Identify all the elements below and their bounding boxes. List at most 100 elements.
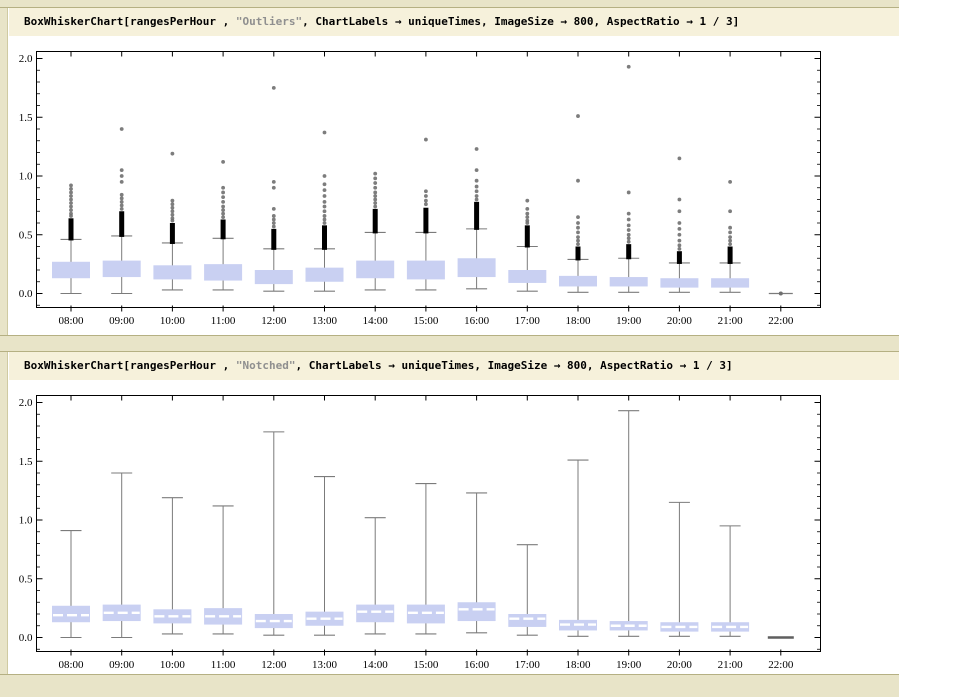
outlier-dot (576, 239, 580, 243)
y-tick-label: 2.0 (19, 397, 33, 409)
outlier-dot (323, 200, 327, 204)
outlier-dot (373, 194, 377, 198)
cell-separator-top (0, 0, 899, 8)
outlier-dot (272, 86, 276, 90)
dense-outlier-column (525, 225, 530, 247)
outlier-dot (475, 168, 479, 172)
outlier-dot (728, 235, 732, 239)
box-group-22-00 (769, 292, 793, 296)
dense-outlier-column (728, 247, 733, 264)
outlier-dot (627, 218, 631, 222)
outlier-dot (627, 236, 631, 240)
dense-outlier-column (119, 211, 124, 237)
x-tick-label: 14:00 (363, 315, 389, 327)
y-tick-label: 0.0 (19, 632, 33, 644)
x-tick-label: 22:00 (768, 315, 794, 327)
dense-outlier-column (677, 251, 682, 264)
outlier-dot (424, 194, 428, 198)
x-tick-label: 16:00 (464, 659, 490, 671)
outlier-dot (272, 225, 276, 229)
outlier-dot (678, 198, 682, 202)
box-group-15-00 (407, 484, 445, 634)
outlier-dot (373, 176, 377, 180)
boxwhisker-chart-notched: 0.00.51.01.52.008:0009:0010:0011:0012:00… (9, 380, 899, 674)
outlier-dot (728, 231, 732, 235)
box-group-11-00 (204, 160, 242, 290)
outlier-dot (728, 226, 732, 230)
input-cell-outliers[interactable]: BoxWhiskerChart[rangesPerHour , "Outlier… (9, 8, 899, 36)
outlier-dot (69, 187, 73, 191)
x-tick-label: 20:00 (667, 659, 693, 671)
outlier-dot (728, 242, 732, 246)
iqr-box (153, 265, 191, 279)
outlier-dot (475, 189, 479, 193)
outlier-dot (323, 188, 327, 192)
x-tick-label: 10:00 (160, 315, 186, 327)
iqr-box (204, 264, 242, 280)
outlier-dot (627, 191, 631, 195)
outlier-dot (272, 221, 276, 225)
box-group-19-00 (610, 411, 648, 637)
iqr-box (610, 277, 648, 286)
outlier-dot (120, 200, 124, 204)
outlier-dot (69, 212, 73, 216)
outlier-dot (475, 194, 479, 198)
box-group-08-00 (52, 531, 90, 638)
box-group-21-00 (711, 180, 749, 292)
outlier-dot (171, 206, 175, 210)
outlier-dot (120, 193, 124, 197)
outlier-dot (120, 174, 124, 178)
code-post: , ChartLabels → uniqueTimes, ImageSize →… (302, 15, 739, 28)
x-tick-label: 13:00 (312, 315, 338, 327)
box-group-09-00 (103, 473, 141, 638)
outlier-dot (475, 179, 479, 183)
x-tick-label: 08:00 (58, 659, 84, 671)
outlier-dot (272, 186, 276, 190)
outlier-dot (525, 207, 529, 211)
box-group-08-00 (52, 184, 90, 294)
outlier-dot (678, 243, 682, 247)
x-tick-label: 17:00 (515, 659, 541, 671)
box-group-16-00 (458, 493, 496, 633)
outlier-dot (525, 199, 529, 203)
outlier-dot (120, 180, 124, 184)
outlier-dot (576, 221, 580, 225)
box-group-09-00 (103, 127, 141, 293)
box-group-15-00 (407, 138, 445, 290)
outlier-dot (576, 114, 580, 118)
outlier-dot (323, 182, 327, 186)
box-group-20-00 (660, 156, 698, 292)
outlier-dot (627, 65, 631, 69)
outlier-dot (221, 191, 225, 195)
x-tick-label: 08:00 (58, 315, 84, 327)
outlier-dot (678, 227, 682, 231)
y-tick-label: 1.0 (19, 515, 33, 527)
dense-outlier-column (221, 219, 226, 239)
iqr-box (711, 278, 749, 287)
box-group-21-00 (711, 526, 749, 636)
iqr-box (407, 261, 445, 280)
outlier-dot (69, 205, 73, 209)
iqr-box (458, 602, 496, 621)
outlier-dot (221, 186, 225, 190)
outlier-dot (221, 200, 225, 204)
x-tick-label: 21:00 (718, 659, 744, 671)
outlier-dot (678, 221, 682, 225)
outlier-dot (475, 185, 479, 189)
outlier-dot (424, 202, 428, 206)
box-group-11-00 (204, 506, 242, 634)
box-group-20-00 (660, 502, 698, 636)
outlier-dot (171, 152, 175, 156)
outlier-dot (475, 198, 479, 202)
outlier-dot (525, 219, 529, 223)
x-tick-label: 19:00 (616, 659, 642, 671)
iqr-box (458, 258, 496, 277)
x-tick-label: 12:00 (261, 659, 287, 671)
input-cell-notched[interactable]: BoxWhiskerChart[rangesPerHour , "Notched… (9, 352, 899, 380)
outlier-dot (323, 174, 327, 178)
outlier-dot (323, 221, 327, 225)
dense-outlier-column (170, 223, 175, 244)
code-string-notched: "Notched" (236, 359, 296, 372)
code-post: , ChartLabels → uniqueTimes, ImageSize →… (296, 359, 733, 372)
y-tick-label: 0.5 (19, 573, 33, 585)
